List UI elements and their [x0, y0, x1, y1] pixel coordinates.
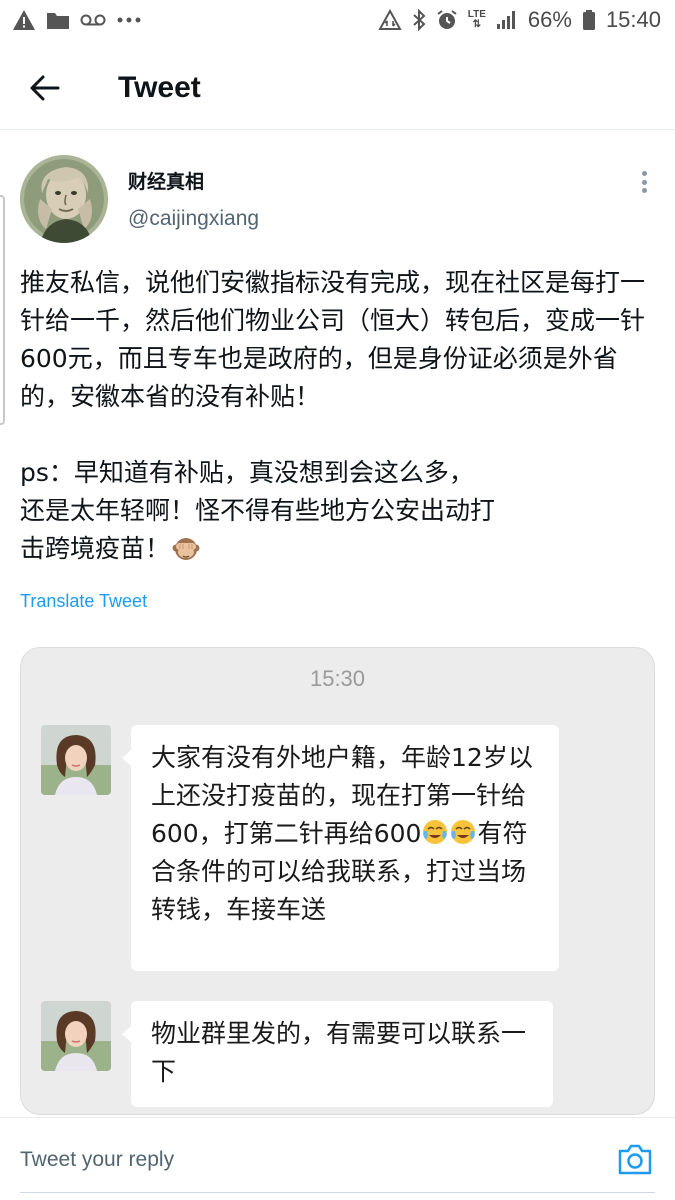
status-left	[12, 8, 142, 32]
more-dot	[641, 171, 647, 176]
chat-avatar	[41, 725, 111, 795]
more-dot	[641, 188, 647, 193]
arrow-left-icon	[30, 75, 60, 100]
signal-icon	[496, 8, 518, 32]
chat-bubble: 大家有没有外地户籍，年龄12岁以上还没打疫苗的，现在打第一针给600，打第二针再…	[122, 725, 559, 971]
camera-icon	[618, 1144, 652, 1175]
more-dot	[641, 179, 647, 185]
camera-button[interactable]	[617, 1142, 653, 1176]
translate-tweet-link[interactable]: Translate Tweet	[20, 591, 147, 612]
status-bar: LTE ⇅ 66% 15:40	[0, 0, 675, 40]
sob-laugh-icon	[423, 820, 448, 844]
author-handle[interactable]: @caijingxiang	[128, 207, 259, 231]
chat-bubble: 物业群里发的，有需要可以联系一下	[122, 1001, 553, 1107]
clock: 15:40	[605, 7, 661, 32]
author-avatar[interactable]	[20, 155, 108, 243]
reply-divider	[20, 1192, 655, 1193]
tweet-body: 推友私信，说他们安徽指标没有完成，现在社区是每打一针给一千，然后他们物业公司（恒…	[20, 268, 646, 563]
sob-laugh-icon	[451, 820, 476, 844]
data-sync-icon	[378, 8, 402, 32]
chat-message-text: 物业群里发的，有需要可以联系一下	[151, 1019, 527, 1086]
network-type: LTE ⇅	[468, 10, 486, 30]
battery-icon	[582, 8, 596, 32]
reply-input[interactable]: Tweet your reply	[20, 1148, 174, 1172]
top-app-bar: Tweet	[0, 46, 675, 130]
voicemail-icon	[80, 8, 106, 32]
more-dots-icon	[116, 8, 142, 32]
author-name[interactable]: 财经真相	[128, 167, 204, 194]
battery-percent: 66%	[527, 7, 572, 32]
reply-bar: Tweet your reply	[0, 1117, 675, 1200]
more-options-button[interactable]	[634, 167, 654, 197]
edge-handle	[0, 195, 5, 425]
warning-icon	[12, 8, 36, 32]
bluetooth-icon	[412, 8, 426, 32]
tweet-text: 推友私信，说他们安徽指标没有完成，现在社区是每打一针给一千，然后他们物业公司（恒…	[20, 264, 660, 568]
folder-icon	[46, 8, 70, 32]
chat-timestamp: 15:30	[309, 666, 366, 691]
back-button[interactable]	[20, 63, 70, 113]
tweet-author: 财经真相 @caijingxiang	[20, 155, 660, 245]
status-right: LTE ⇅ 66% 15:40	[378, 7, 661, 33]
chat-avatar	[41, 1001, 111, 1071]
tweet-media-image[interactable]: 15:30 大家有没有外地户籍，年龄12岁以上还没打疫苗的，现在打第一针给600…	[20, 647, 655, 1115]
transfer-arrows-icon: ⇅	[472, 19, 481, 30]
see-no-evil-monkey-icon	[172, 538, 200, 560]
page-title: Tweet	[118, 70, 201, 104]
alarm-icon	[436, 8, 458, 32]
